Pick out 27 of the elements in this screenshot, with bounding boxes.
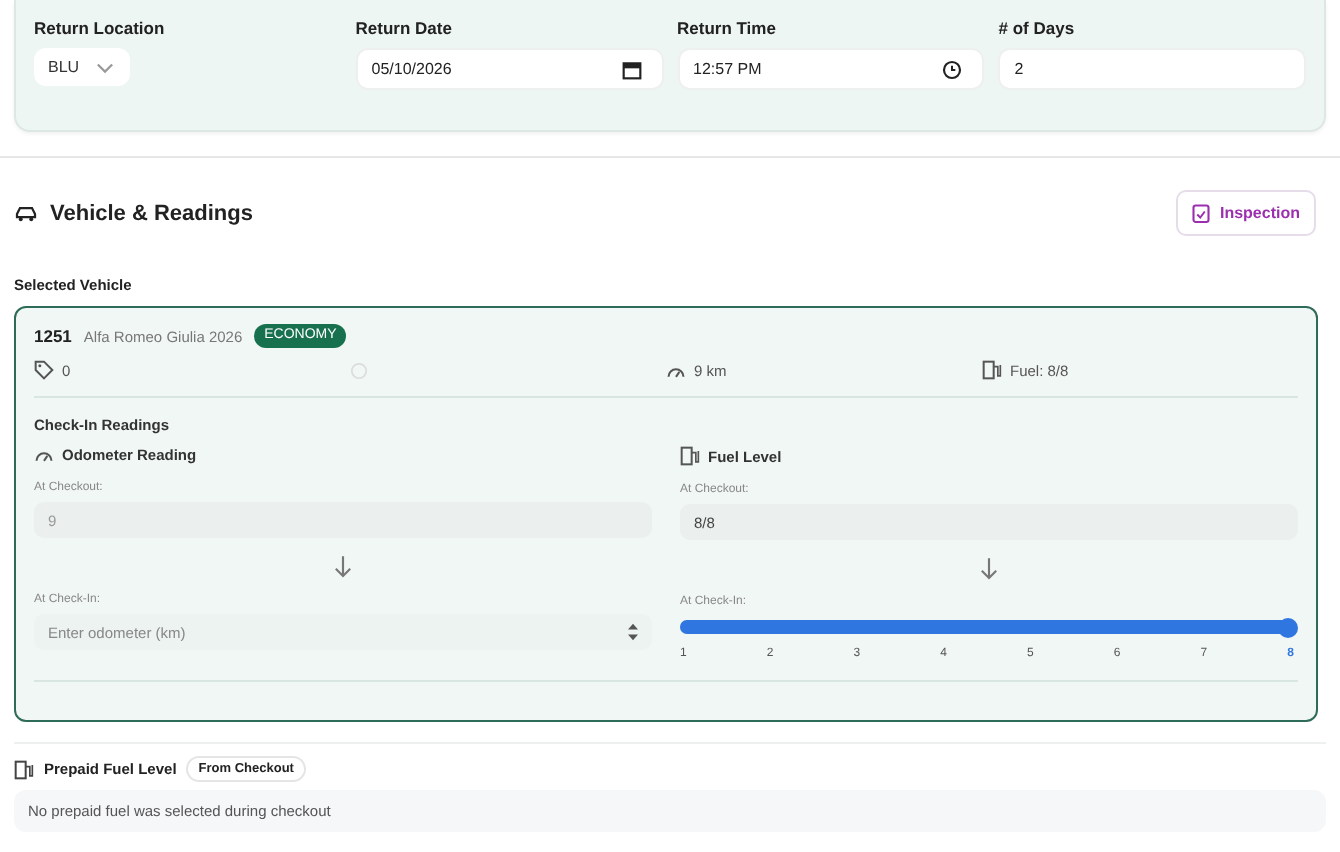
arrow-down-icon [980, 558, 998, 581]
field-label: Return Date [355, 18, 454, 38]
field-label: # of Days [998, 18, 1077, 38]
tag-icon [34, 360, 54, 381]
gauge-icon [34, 446, 54, 465]
location-select[interactable]: BLU [34, 48, 130, 86]
days-field[interactable]: 2 [998, 48, 1306, 90]
date-field[interactable]: 05/10/2026 [355, 48, 663, 90]
arrow-down-icon [334, 556, 352, 579]
clipboard-check-icon [1191, 202, 1210, 224]
field-label: Return Location [34, 18, 167, 38]
vehicle-number: 1251 [34, 326, 72, 347]
chevron-down-icon [95, 61, 114, 73]
car-icon [14, 203, 38, 223]
time-field[interactable]: 12:57 PM [677, 48, 985, 90]
fuel-pump-icon [14, 759, 34, 779]
section-title: Vehicle & Readings [50, 201, 253, 225]
calendar-icon [621, 59, 641, 79]
clock-icon [942, 59, 963, 79]
fuel-pump-icon [982, 360, 1002, 381]
spinner-icon [626, 622, 640, 643]
circle-icon [350, 361, 368, 380]
fuel-slider[interactable] [680, 616, 1298, 639]
slider-thumb[interactable] [1278, 617, 1298, 638]
field-label: Return Time [677, 18, 778, 38]
inspection-button[interactable]: Inspection [1175, 190, 1316, 236]
fuel-pump-icon [680, 446, 700, 467]
